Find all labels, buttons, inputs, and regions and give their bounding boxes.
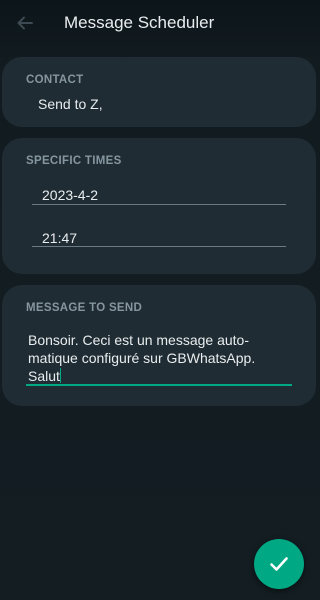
time-field[interactable]: 21:47	[42, 230, 77, 246]
page-title: Message Scheduler	[64, 13, 215, 32]
message-line: matique configuré sur GBWhatsApp.	[28, 350, 256, 366]
arrow-left-icon	[17, 16, 33, 30]
app-bar: Message Scheduler	[0, 0, 318, 46]
checkmark-icon	[270, 557, 288, 571]
message-label: MESSAGE TO SEND	[26, 302, 143, 314]
contact-field[interactable]: Send to Z,	[38, 96, 103, 112]
message-line: Salut	[28, 368, 60, 384]
contact-card	[2, 57, 316, 127]
message-input-underline	[26, 384, 292, 386]
text-cursor	[59, 368, 61, 383]
back-button[interactable]	[12, 10, 38, 36]
time-field-underline	[32, 246, 286, 247]
contact-label: CONTACT	[26, 74, 84, 86]
date-field[interactable]: 2023-4-2	[42, 187, 98, 203]
confirm-schedule-button[interactable]	[254, 539, 304, 589]
date-field-underline	[32, 204, 286, 205]
specific-times-label: SPECIFIC TIMES	[26, 155, 122, 167]
message-line: Bonsoir. Ceci est un message auto-	[28, 332, 250, 348]
message-input[interactable]: Bonsoir. Ceci est un message auto- matiq…	[28, 331, 298, 385]
